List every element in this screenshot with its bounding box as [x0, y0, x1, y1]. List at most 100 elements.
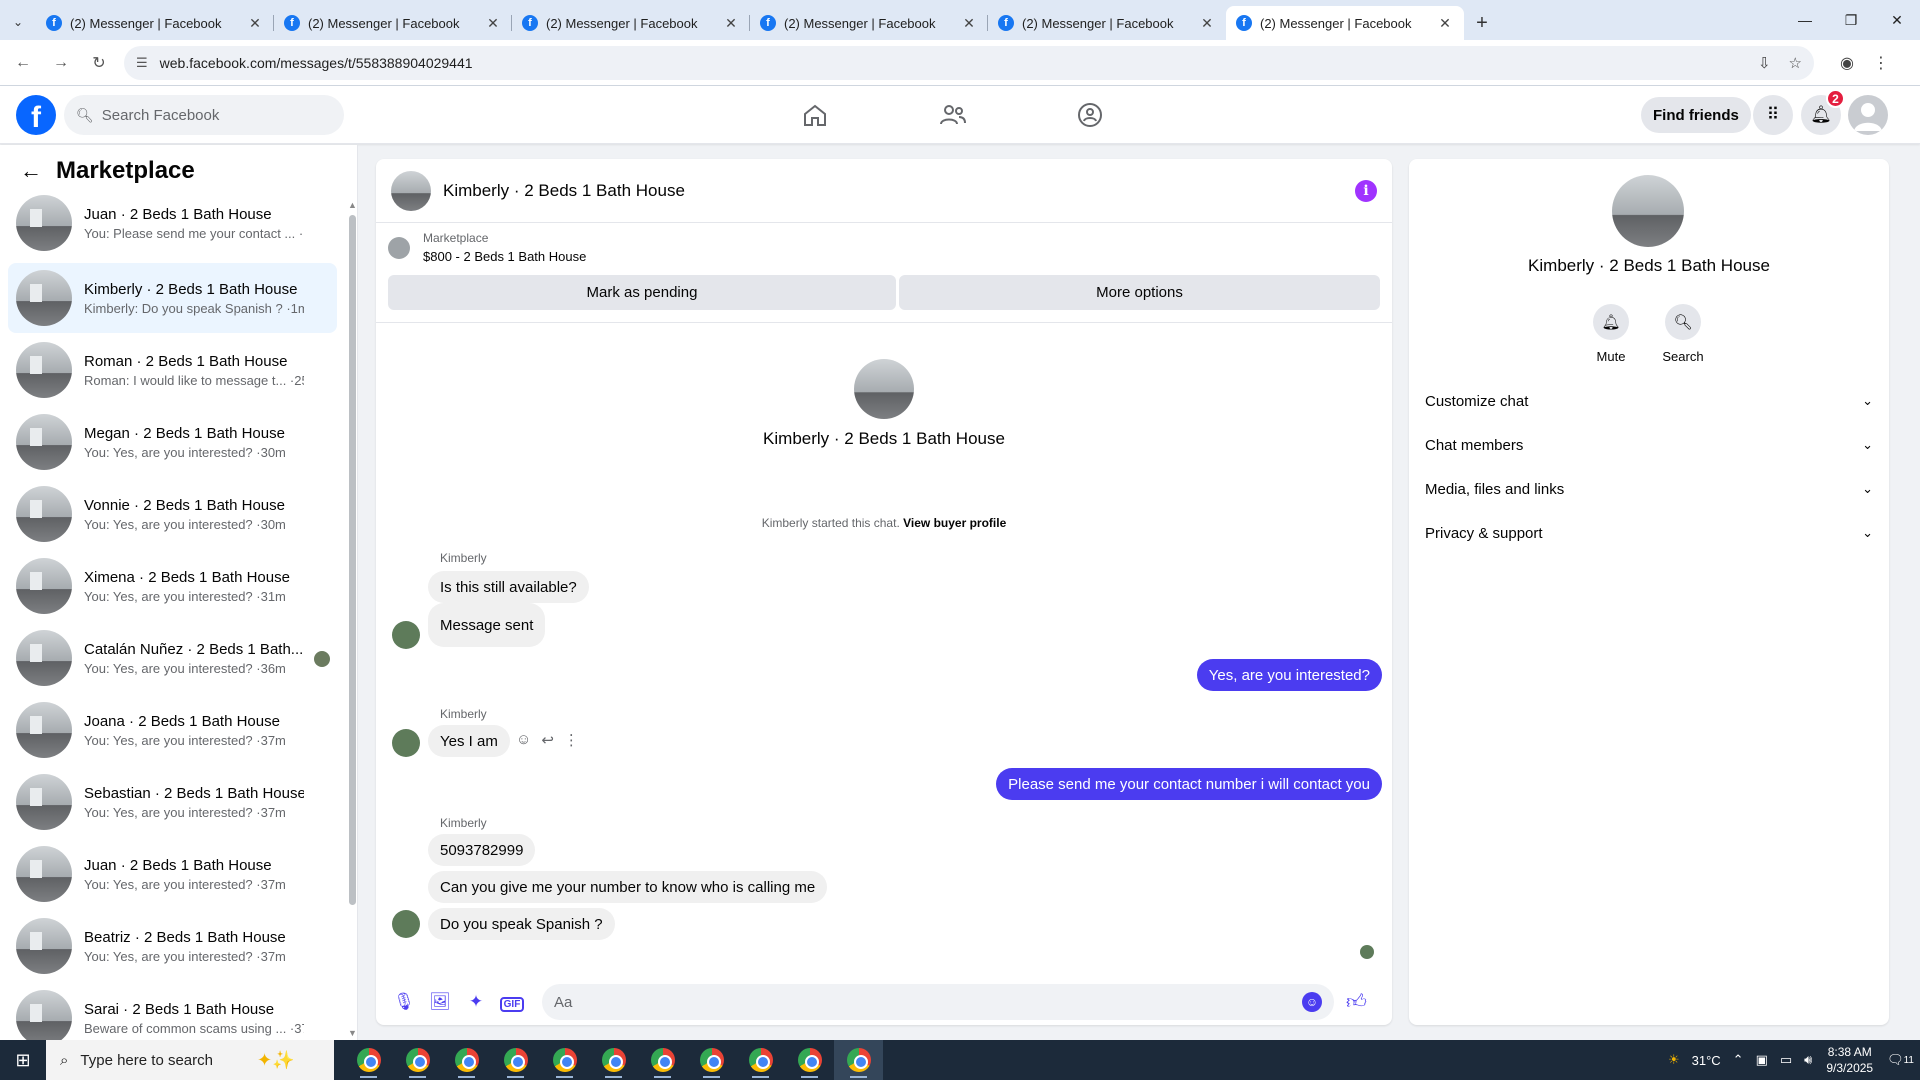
chrome-taskbar-icon-active[interactable] — [834, 1040, 883, 1080]
microphone-icon[interactable]: 🎙︎ — [386, 992, 422, 1012]
sender-avatar[interactable] — [392, 621, 420, 649]
home-nav-button[interactable] — [785, 86, 845, 144]
browser-tab-active[interactable]: f (2) Messenger | Facebook ✕ — [1226, 6, 1464, 40]
friends-nav-button[interactable] — [923, 86, 983, 144]
tab-search-button[interactable]: ⌄ — [0, 4, 36, 40]
install-app-icon[interactable]: ⇩ — [1758, 54, 1771, 72]
emoji-icon[interactable]: ☺ — [1302, 992, 1322, 1012]
sender-avatar[interactable] — [392, 729, 420, 757]
message-outgoing[interactable]: Yes, are you interested? — [1196, 659, 1382, 691]
tab-close-icon[interactable]: ✕ — [722, 15, 740, 32]
info-icon[interactable]: i — [1355, 179, 1377, 202]
message-incoming[interactable]: Is this still available? — [428, 571, 589, 603]
scroll-up-icon[interactable]: ▲ — [348, 200, 357, 210]
notifications-button[interactable]: 🔔︎ 2 — [1801, 89, 1845, 135]
volume-icon[interactable]: 🔊︎ — [1804, 1052, 1812, 1068]
message-incoming[interactable]: Can you give me your number to know who … — [428, 871, 828, 903]
conversation-item[interactable]: Catalán Nuñez · 2 Beds 1 Bath... You: Yes… — [8, 623, 337, 693]
camera-icon[interactable]: ▣ — [1756, 1052, 1768, 1068]
notification-center-icon[interactable]: 🗨︎ — [1887, 1052, 1904, 1068]
browser-menu-icon[interactable]: ⋮ — [1864, 53, 1898, 73]
chrome-taskbar-icon[interactable] — [442, 1040, 491, 1080]
conversation-item[interactable]: Megan · 2 Beds 1 Bath House You: Yes, are… — [8, 407, 337, 477]
tab-close-icon[interactable]: ✕ — [960, 15, 978, 32]
chrome-taskbar-icon[interactable] — [687, 1040, 736, 1080]
info-avatar[interactable] — [1612, 175, 1684, 247]
clock[interactable]: 8:38 AM 9/3/2025 — [1826, 1044, 1873, 1076]
conversation-item[interactable]: Sarai · 2 Beds 1 Bath House Beware of com… — [8, 983, 337, 1040]
find-friends-button[interactable]: Find friends — [1641, 97, 1751, 133]
sidebar-scrollbar[interactable]: ▲ ▼ — [348, 200, 357, 1040]
message-input[interactable]: Aa ☺ — [542, 984, 1334, 1020]
reply-icon[interactable]: ↩ — [541, 731, 554, 749]
taskbar-search-input[interactable]: ⌕ Type here to search ✦✨ — [46, 1040, 334, 1080]
reload-icon[interactable]: ↻ — [84, 48, 114, 78]
more-options-button[interactable]: More options — [899, 275, 1380, 310]
conversation-item[interactable]: Joana · 2 Beds 1 Bath House You: Yes, are… — [8, 695, 337, 765]
conversation-item[interactable]: Sebastian · 2 Beds 1 Bath House You: Yes,… — [8, 767, 337, 837]
groups-nav-button[interactable] — [1060, 86, 1120, 144]
chrome-taskbar-icon[interactable] — [540, 1040, 589, 1080]
conversation-item[interactable]: Juan · 2 Beds 1 Bath House You: Yes, are … — [8, 839, 337, 909]
facebook-search-input[interactable]: 🔍︎ Search Facebook — [64, 95, 344, 135]
thumbs-up-icon[interactable]: 👍︎ — [1346, 990, 1367, 1014]
address-bar[interactable]: ☰ web.facebook.com/messages/t/5583889040… — [124, 45, 1814, 80]
back-arrow-icon[interactable]: ← — [20, 158, 42, 184]
chat-title[interactable]: Kimberly · 2 Beds 1 Bath House — [443, 181, 1355, 201]
forward-icon[interactable]: → — [46, 48, 76, 78]
browser-tab[interactable]: f (2) Messenger | Facebook ✕ — [274, 6, 512, 40]
menu-grid-button[interactable]: ⠿ — [1753, 95, 1793, 135]
url-text[interactable]: web.facebook.com/messages/t/558388904029… — [160, 55, 1740, 71]
listing-banner-thumbnail[interactable] — [388, 237, 410, 259]
customize-chat-section[interactable]: Customize chat ⌄ — [1425, 381, 1873, 421]
conversation-item[interactable]: Roman · 2 Beds 1 Bath House Roman: I woul… — [8, 335, 337, 405]
browser-tab[interactable]: f (2) Messenger | Facebook ✕ — [512, 6, 750, 40]
chat-avatar[interactable] — [391, 170, 431, 211]
chrome-taskbar-icon[interactable] — [785, 1040, 834, 1080]
facebook-logo-icon[interactable]: f — [16, 95, 56, 135]
network-icon[interactable]: ▭ — [1780, 1052, 1792, 1068]
minimize-icon[interactable]: — — [1782, 0, 1828, 40]
profile-icon[interactable]: ◉ — [1830, 53, 1864, 73]
tab-close-icon[interactable]: ✕ — [1436, 15, 1454, 32]
message-incoming[interactable]: Message sent — [428, 603, 546, 647]
message-outgoing[interactable]: Please send me your contact number i wil… — [996, 768, 1382, 800]
close-window-icon[interactable]: ✕ — [1874, 0, 1920, 40]
gif-button[interactable]: GIF — [494, 992, 530, 1012]
message-incoming[interactable]: Yes I am — [428, 725, 510, 757]
tab-close-icon[interactable]: ✕ — [246, 15, 264, 32]
sticker-icon[interactable]: ✦ — [458, 992, 494, 1012]
back-icon[interactable]: ← — [8, 48, 38, 78]
scroll-down-icon[interactable]: ▼ — [348, 1028, 357, 1038]
chrome-taskbar-icon[interactable] — [491, 1040, 540, 1080]
search-conversation-button[interactable]: 🔍︎ Search — [1648, 304, 1718, 364]
temperature[interactable]: 31°C — [1692, 1053, 1721, 1068]
react-emoji-icon[interactable]: ☺ — [516, 731, 531, 749]
windows-start-icon[interactable]: ⊞ — [0, 1040, 46, 1080]
chrome-taskbar-icon[interactable] — [736, 1040, 785, 1080]
chrome-taskbar-icon[interactable] — [393, 1040, 442, 1080]
conversation-item[interactable]: Vonnie · 2 Beds 1 Bath House You: Yes, ar… — [8, 479, 337, 549]
site-info-icon[interactable]: ☰ — [136, 55, 148, 71]
view-buyer-profile-link[interactable]: View buyer profile — [903, 516, 1006, 530]
tray-chevron-icon[interactable]: ⌃ — [1733, 1052, 1744, 1068]
conversation-item[interactable]: Ximena · 2 Beds 1 Bath House You: Yes, ar… — [8, 551, 337, 621]
chrome-taskbar-icon[interactable] — [638, 1040, 687, 1080]
scroll-thumb[interactable] — [349, 215, 356, 905]
message-incoming[interactable]: 5093782999 — [428, 834, 536, 866]
weather-icon[interactable]: ☀ — [1668, 1052, 1680, 1068]
chat-members-section[interactable]: Chat members ⌄ — [1425, 425, 1873, 465]
browser-tab[interactable]: f (2) Messenger | Facebook ✕ — [750, 6, 988, 40]
chrome-taskbar-icon[interactable] — [589, 1040, 638, 1080]
bookmark-star-icon[interactable]: ☆ — [1789, 54, 1802, 72]
new-tab-button[interactable]: + — [1464, 6, 1500, 40]
conversation-item[interactable]: Beatriz · 2 Beds 1 Bath House You: Yes, a… — [8, 911, 337, 981]
listing-title[interactable]: $800 - 2 Beds 1 Bath House — [423, 249, 586, 264]
browser-tab[interactable]: f (2) Messenger | Facebook ✕ — [36, 6, 274, 40]
restore-icon[interactable]: ❐ — [1828, 0, 1874, 40]
mute-button[interactable]: 🔔︎ Mute — [1576, 304, 1646, 364]
sender-avatar[interactable] — [392, 910, 420, 938]
mark-as-pending-button[interactable]: Mark as pending — [388, 275, 896, 310]
chrome-taskbar-icon[interactable] — [344, 1040, 393, 1080]
privacy-support-section[interactable]: Privacy & support ⌄ — [1425, 513, 1873, 553]
